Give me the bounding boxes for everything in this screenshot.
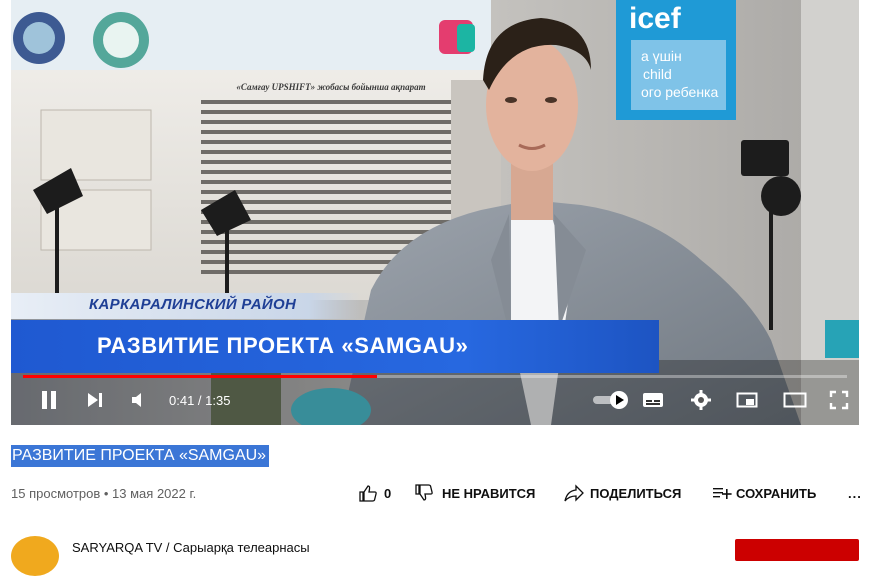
volume-icon xyxy=(132,393,141,407)
district-label: КАРКАРАЛИНСКИЙ РАЙОН xyxy=(89,296,297,313)
autoplay-toggle[interactable] xyxy=(589,388,633,412)
video-player[interactable]: «Самғау UPSHIFT» жобасы бойынша ақпарат … xyxy=(11,0,859,425)
share-label: ПОДЕЛИТЬСЯ xyxy=(590,485,682,501)
pause-button[interactable] xyxy=(35,386,63,414)
lower-third-headline: РАЗВИТИЕ ПРОЕКТА «SAMGAU» xyxy=(11,320,659,373)
theater-button[interactable] xyxy=(781,386,809,414)
volume-button[interactable] xyxy=(125,386,153,414)
headline-label: РАЗВИТИЕ ПРОЕКТА «SAMGAU» xyxy=(97,333,469,358)
unicef-text-3: ого ребенка xyxy=(641,84,719,100)
like-count: 0 xyxy=(384,485,392,501)
lower-third-district: КАРКАРАЛИНСКИЙ РАЙОН xyxy=(11,293,361,319)
subtitles-icon xyxy=(643,393,663,407)
add-to-playlist-icon xyxy=(713,488,732,499)
miniplayer-button[interactable] xyxy=(733,386,761,414)
save-button[interactable]: СОХРАНИТЬ xyxy=(712,482,816,504)
dislike-label: НЕ НРАВИТСЯ xyxy=(442,485,536,501)
video-title: РАЗВИТИЕ ПРОЕКТА «SAMGAU» xyxy=(11,445,270,467)
theater-icon xyxy=(783,392,807,408)
progress-bar[interactable] xyxy=(23,375,847,378)
channel-name[interactable]: SARYARQA TV / Сарыарқа телеарнасы xyxy=(72,540,310,555)
share-button[interactable]: ПОДЕЛИТЬСЯ xyxy=(564,482,681,504)
next-icon xyxy=(88,393,102,407)
save-label: СОХРАНИТЬ xyxy=(736,485,817,501)
miniplayer-icon xyxy=(736,392,758,408)
fullscreen-button[interactable] xyxy=(825,386,853,414)
gear-icon xyxy=(691,390,711,410)
share-icon xyxy=(564,484,584,502)
channel-avatar[interactable] xyxy=(11,536,59,576)
progress-played xyxy=(23,375,378,378)
next-button[interactable] xyxy=(81,386,109,414)
like-button[interactable]: 0 xyxy=(358,482,391,504)
subtitles-button[interactable] xyxy=(639,386,667,414)
settings-button[interactable] xyxy=(687,386,715,414)
poster-heading: «Самғау UPSHIFT» жобасы бойынша ақпарат xyxy=(236,82,426,92)
unicef-text-1: а үшін xyxy=(641,48,682,64)
fullscreen-icon xyxy=(829,390,849,410)
thumbs-up-icon xyxy=(359,485,377,502)
unicef-text-2: child xyxy=(643,66,672,82)
dislike-button[interactable]: НЕ НРАВИТСЯ xyxy=(414,482,535,504)
autoplay-icon xyxy=(593,391,628,409)
views-and-date: 15 просмотров • 13 мая 2022 г. xyxy=(11,486,197,501)
unicef-logo: icef xyxy=(629,2,681,35)
subscribe-button[interactable] xyxy=(735,539,859,561)
more-actions-button[interactable]: ... xyxy=(848,482,862,504)
pause-icon xyxy=(42,391,56,409)
thumbs-down-icon xyxy=(415,484,433,501)
time-display: 0:41 / 1:35 xyxy=(169,392,231,408)
